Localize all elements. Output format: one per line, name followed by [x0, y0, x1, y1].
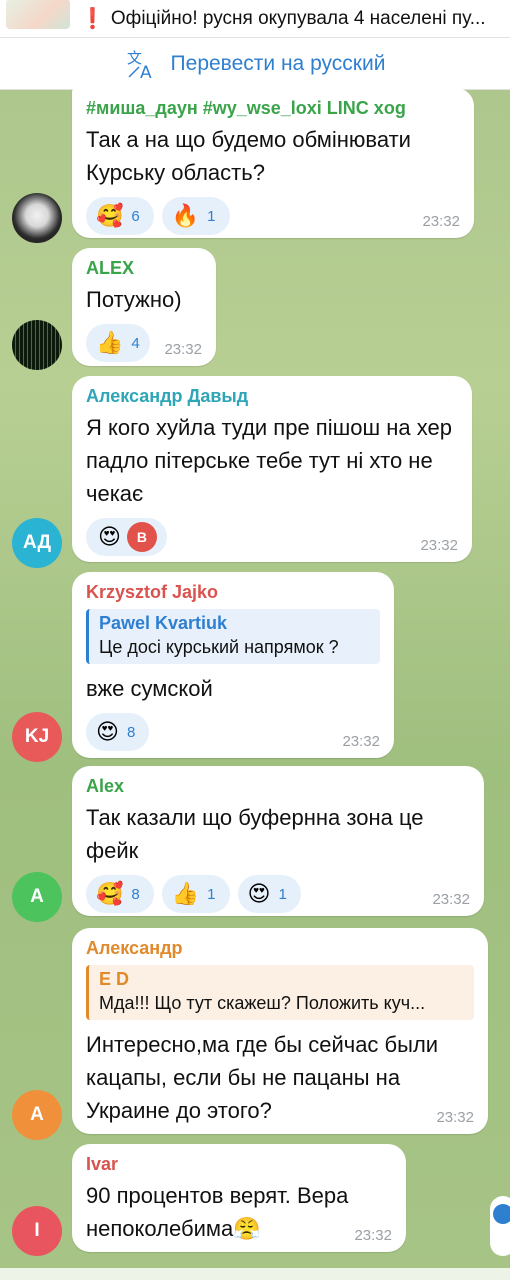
reaction-count: 1: [207, 885, 216, 903]
reply-text: Це досі курський напрямок ?: [99, 637, 339, 657]
message-text: Так казали що буфернна зона це фейк: [86, 805, 424, 863]
pinned-thumbnail: [6, 0, 70, 29]
message-time: 23:32: [342, 733, 380, 750]
reaction-chip[interactable]: 🥰 8: [86, 875, 154, 913]
heart-eyes-emoji-icon: 😍: [98, 524, 121, 549]
message-text: Интересно,ма где бы сейчас были кацапы, …: [86, 1032, 439, 1123]
reactions-row: 🥰 8 👍 1 😍 1: [86, 875, 470, 913]
reaction-count: 1: [278, 885, 287, 903]
reaction-chip[interactable]: 😍 В: [86, 518, 167, 556]
unread-indicator-icon: [493, 1204, 510, 1224]
message-bubble[interactable]: Александр E D Мда!!! Що тут скажеш? Поло…: [72, 928, 488, 1134]
pinned-message-text: Офіційно! русня окупувала 4 населені пу.…: [110, 7, 486, 29]
message-bubble[interactable]: Александр Давыд Я кого хуйла туди пре пі…: [72, 376, 472, 562]
avatar[interactable]: АД: [12, 518, 62, 568]
svg-text:A: A: [140, 63, 152, 81]
message-text: Я кого хуйла туди пре пішош на хер падло…: [86, 415, 452, 506]
translate-bar[interactable]: 文 A Перевести на русский: [0, 38, 510, 90]
avatar[interactable]: A: [12, 872, 62, 922]
reaction-count: 8: [131, 885, 140, 903]
reaction-chip[interactable]: 😍 1: [237, 875, 301, 913]
message-time: 23:32: [432, 891, 470, 908]
message-bubble[interactable]: Krzysztof Jajko Pawel Kvartiuk Це досі к…: [72, 572, 394, 758]
next-message-edge: [0, 1268, 510, 1280]
message-sender[interactable]: Krzysztof Jajko: [86, 582, 380, 603]
avatar-initials: A: [30, 886, 44, 907]
message-sender[interactable]: ALEX: [86, 258, 202, 279]
exclamation-icon: ❗: [80, 8, 105, 30]
reaction-chip[interactable]: 🥰 6: [86, 197, 154, 235]
message-time: 23:32: [422, 213, 460, 230]
reply-author: Pawel Kvartiuk: [99, 613, 228, 633]
heart-eyes-emoji-icon: 😍: [247, 881, 271, 906]
pinned-message-bar[interactable]: ❗ Офіційно! русня окупувала 4 населені п…: [0, 0, 510, 38]
reactions-row: 😍 8: [86, 713, 380, 751]
thumbs-up-emoji-icon: 👍: [171, 881, 200, 906]
translate-button-label: Перевести на русский: [170, 51, 386, 75]
reaction-count: 1: [207, 207, 216, 225]
fire-emoji-icon: 🔥: [171, 203, 200, 228]
avatar[interactable]: I: [12, 1206, 62, 1256]
message-bubble[interactable]: #миша_даун #wy_wse_loxi LINC xog Так а н…: [72, 88, 474, 238]
thumbs-up-emoji-icon: 👍: [96, 330, 124, 355]
message-time: 23:32: [420, 537, 458, 554]
reaction-chip[interactable]: 👍 1: [161, 875, 230, 913]
avatar[interactable]: [12, 193, 62, 243]
translate-icon: 文 A: [127, 49, 152, 81]
avatar-initials: A: [30, 1104, 44, 1125]
message-time: 23:32: [436, 1109, 474, 1126]
message-sender[interactable]: Alex: [86, 776, 470, 797]
heart-eyes-emoji-icon: 😍: [96, 719, 119, 744]
avatar-initials: АД: [23, 532, 51, 553]
avatar-initials: KJ: [24, 726, 50, 747]
message-time: 23:32: [164, 341, 202, 358]
reaction-chip[interactable]: 👍 4: [86, 324, 150, 362]
scroll-to-mention-button[interactable]: [490, 1196, 510, 1256]
reactions-row: 🥰 6 🔥 1: [86, 197, 460, 235]
reactions-row: 😍 В: [86, 518, 458, 556]
message-sender[interactable]: Александр Давыд: [86, 386, 458, 407]
avatar[interactable]: A: [12, 1090, 62, 1140]
message-time: 23:32: [354, 1227, 392, 1244]
reaction-count: 8: [126, 723, 136, 741]
reactor-avatar: В: [126, 522, 157, 552]
reaction-count: 4: [131, 334, 140, 352]
avatar-initials: I: [34, 1220, 40, 1241]
reply-text: Мда!!! Що тут скажеш? Положить куч...: [99, 993, 426, 1013]
message-bubble[interactable]: Ivar 90 процентов верят. Вера непоколеби…: [72, 1144, 406, 1252]
reply-author: E D: [99, 969, 130, 989]
message-sender[interactable]: #миша_даун #wy_wse_loxi LINC xog: [86, 98, 460, 119]
reply-quote[interactable]: E D Мда!!! Що тут скажеш? Положить куч..…: [86, 965, 474, 1020]
avatar[interactable]: KJ: [12, 712, 62, 762]
smiling-hearts-emoji-icon: 🥰: [96, 203, 124, 228]
message-sender[interactable]: Александр: [86, 938, 474, 959]
reaction-chip[interactable]: 🔥 1: [161, 197, 230, 235]
message-text: Так а на що будемо обмінювати Курську об…: [86, 127, 411, 185]
message-text: вже сумской: [86, 676, 213, 701]
message-text: 90 процентов верят. Вера непоколебима😤: [86, 1183, 349, 1241]
reaction-chip[interactable]: 😍 8: [86, 713, 150, 751]
avatar[interactable]: [12, 320, 62, 370]
message-sender[interactable]: Ivar: [86, 1154, 392, 1175]
message-bubble[interactable]: ALEX Потужно) 👍 4 23:32: [72, 248, 216, 366]
reply-quote[interactable]: Pawel Kvartiuk Це досі курський напрямок…: [86, 609, 380, 664]
message-bubble[interactable]: Alex Так казали що буфернна зона це фейк…: [72, 766, 484, 916]
smiling-hearts-emoji-icon: 🥰: [96, 881, 124, 906]
message-text: Потужно): [86, 287, 182, 312]
reaction-count: 6: [131, 207, 140, 225]
